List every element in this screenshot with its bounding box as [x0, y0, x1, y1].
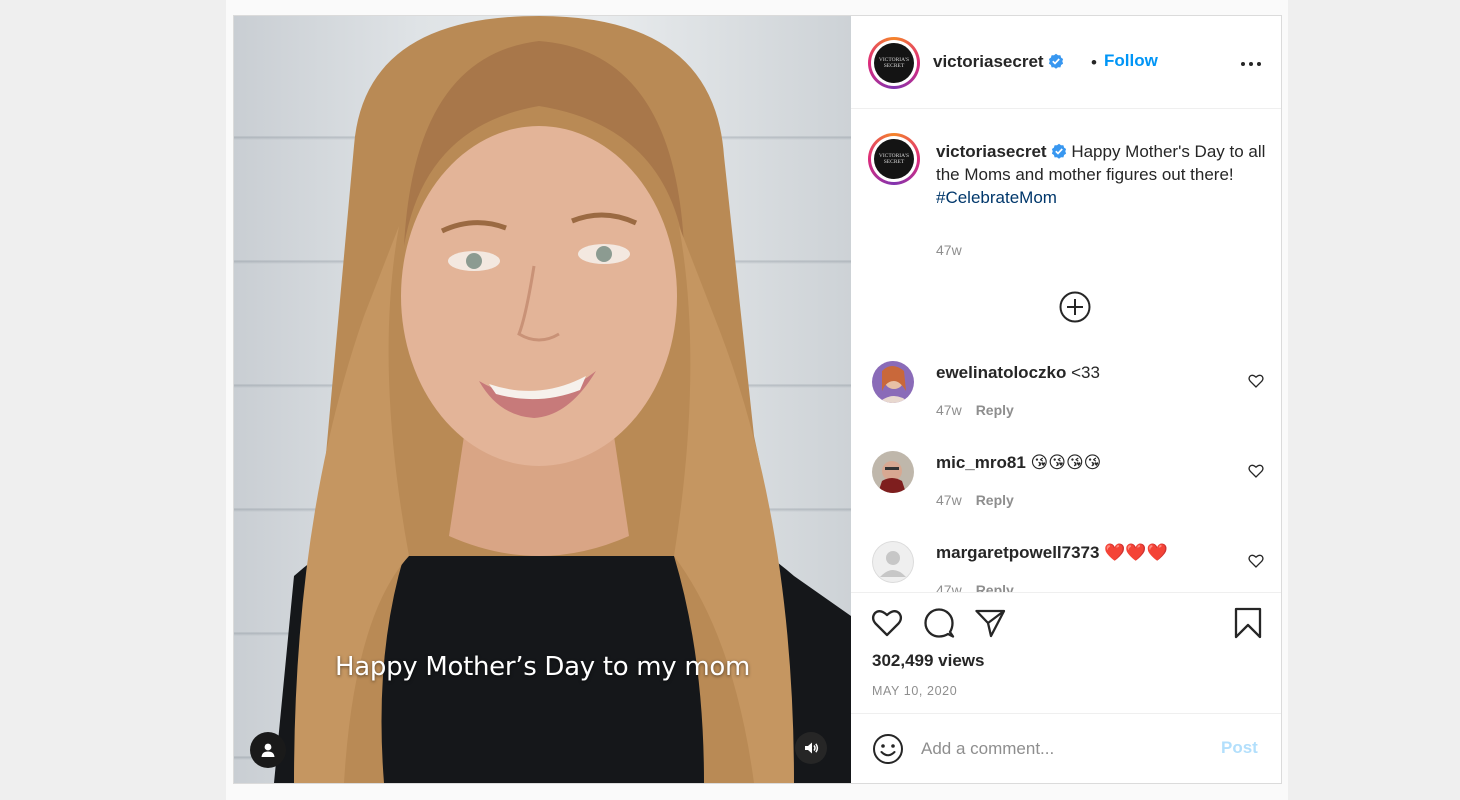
comment-username[interactable]: mic_mro81	[936, 453, 1026, 472]
comment-item: ewelinatoloczko <33 47w Reply	[851, 361, 1281, 441]
comment-body: ❤️❤️❤️	[1104, 543, 1168, 562]
post-video[interactable]: Happy Mother’s Day to my mom	[234, 16, 851, 783]
brand-logo: VICTORIA'S SECRET	[874, 43, 914, 83]
comment-meta: 47w Reply	[936, 402, 1014, 418]
comment-body: <33	[1071, 363, 1100, 382]
like-heart-icon[interactable]	[871, 607, 903, 639]
comment-age: 47w	[936, 402, 962, 418]
comment-body: 😘😘😘😘	[1030, 453, 1102, 472]
commenter-avatar[interactable]	[872, 541, 914, 583]
account-name[interactable]: victoriasecret	[933, 52, 1064, 72]
avatar[interactable]: VICTORIA'S SECRET	[868, 37, 920, 89]
reply-button[interactable]: Reply	[976, 402, 1014, 418]
save-bookmark-icon[interactable]	[1234, 607, 1262, 639]
comment-bubble-icon[interactable]	[923, 607, 955, 639]
comment-item: mic_mro81 😘😘😘😘 47w Reply	[851, 451, 1281, 531]
comment-age: 47w	[936, 582, 962, 592]
commenter-avatar[interactable]	[872, 361, 914, 403]
post-comment-button[interactable]: Post	[1221, 738, 1258, 758]
speaker-icon[interactable]	[795, 732, 827, 764]
reply-button[interactable]: Reply	[976, 582, 1014, 592]
caption-brand-logo: VICTORIA'S SECRET	[874, 139, 914, 179]
comment-text: ewelinatoloczko <33	[936, 363, 1100, 383]
like-comment-heart-icon[interactable]	[1248, 373, 1264, 389]
comment-username[interactable]: margaretpowell7373	[936, 543, 1099, 562]
comment-meta: 47w Reply	[936, 492, 1014, 508]
user-icon[interactable]	[250, 732, 286, 768]
post-side-panel: VICTORIA'S SECRET victoriasecret • Follo…	[851, 16, 1281, 783]
verified-badge-icon	[1051, 143, 1066, 159]
hashtag-link[interactable]: #CelebrateMom	[936, 188, 1057, 207]
comments-section[interactable]: VICTORIA'S SECRET victoriasecret Happy M…	[851, 109, 1281, 592]
separator: •	[1091, 53, 1097, 72]
follow-button[interactable]: Follow	[1104, 51, 1158, 71]
caption-avatar[interactable]: VICTORIA'S SECRET	[868, 133, 920, 185]
add-comment-bar: Post	[851, 713, 1281, 783]
comment-item: margaretpowell7373 ❤️❤️❤️ 47w Reply	[851, 541, 1281, 592]
comment-meta: 47w Reply	[936, 582, 1014, 592]
verified-badge-icon	[1048, 53, 1063, 69]
comment-age: 47w	[936, 492, 962, 508]
reply-button[interactable]: Reply	[976, 492, 1014, 508]
post-actions: 302,499 views MAY 10, 2020	[851, 592, 1281, 713]
commenter-avatar[interactable]	[872, 451, 914, 493]
load-more-comments-icon[interactable]	[1058, 290, 1092, 324]
more-options-icon[interactable]	[1239, 52, 1263, 76]
caption-age: 47w	[936, 242, 962, 258]
share-paper-plane-icon[interactable]	[974, 607, 1006, 639]
post-date: MAY 10, 2020	[872, 684, 958, 698]
comment-username[interactable]: ewelinatoloczko	[936, 363, 1066, 382]
emoji-icon[interactable]	[872, 733, 904, 765]
caption-text: victoriasecret Happy Mother's Day to all…	[936, 140, 1266, 209]
like-comment-heart-icon[interactable]	[1248, 463, 1264, 479]
view-count[interactable]: 302,499 views	[872, 651, 984, 671]
like-comment-heart-icon[interactable]	[1248, 553, 1264, 569]
post-header: VICTORIA'S SECRET victoriasecret • Follo…	[851, 16, 1281, 109]
caption-username[interactable]: victoriasecret	[936, 142, 1047, 161]
comment-text: mic_mro81 😘😘😘😘	[936, 453, 1101, 473]
comment-input[interactable]	[921, 738, 1201, 760]
post-dialog: Happy Mother’s Day to my mom VICTORIA'S …	[233, 15, 1282, 784]
video-subtitle: Happy Mother’s Day to my mom	[334, 652, 751, 682]
comment-text: margaretpowell7373 ❤️❤️❤️	[936, 543, 1168, 563]
